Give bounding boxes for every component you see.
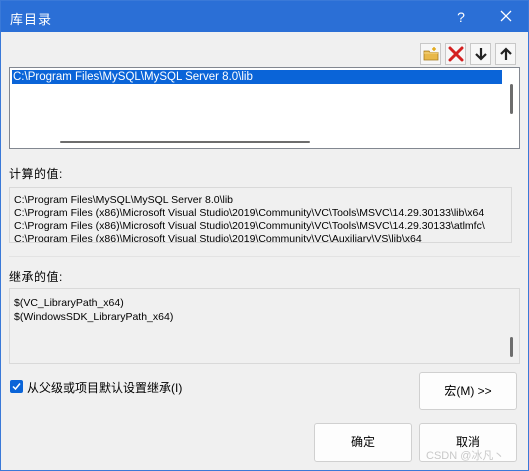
evaluated-line: C:\Program Files\MySQL\MySQL Server 8.0\… [14,194,234,206]
path-list-horizontal-scrollbar[interactable] [12,138,506,146]
evaluated-line: C:\Program Files (x86)\Microsoft Visual … [14,220,485,232]
path-list[interactable]: C:\Program Files\MySQL\MySQL Server 8.0\… [9,67,520,149]
scrollbar-thumb[interactable] [60,141,310,143]
macros-button[interactable]: 宏(M) >> [419,372,517,410]
window-title: 库目录 [10,12,53,27]
new-line-button[interactable] [420,43,441,65]
close-icon [500,10,512,22]
scrollbar-thumb[interactable] [510,84,513,114]
watermark: CSDN @冰凡丶 [426,450,505,462]
checkmark-icon [12,383,21,391]
move-up-icon [500,47,512,60]
path-list-item[interactable]: C:\Program Files\MySQL\MySQL Server 8.0\… [12,70,502,84]
inherited-label: 继承的值: [9,270,63,284]
evaluated-line: C:\Program Files (x86)\Microsoft Visual … [14,207,485,219]
title-bar: 库目录 ? [1,1,528,32]
scrollbar-thumb[interactable] [510,337,513,357]
inherited-line: $(VC_LibraryPath_x64) [14,297,124,309]
help-button[interactable]: ? [441,4,481,30]
checkbox-box[interactable] [10,380,23,393]
evaluated-label: 计算的值: [9,167,63,181]
delete-line-button[interactable] [445,43,466,65]
move-down-button[interactable] [470,43,491,65]
ok-button[interactable]: 确定 [314,423,412,462]
inherited-vertical-scrollbar[interactable] [508,297,516,357]
move-up-button[interactable] [495,43,516,65]
close-button[interactable] [486,4,526,30]
move-down-icon [475,48,487,61]
inherited-line: $(WindowsSDK_LibraryPath_x64) [14,311,174,323]
path-list-vertical-scrollbar[interactable] [507,70,517,130]
delete-icon [448,46,464,62]
inherited-values-box: $(VC_LibraryPath_x64) $(WindowsSDK_Libra… [9,288,520,364]
inherit-checkbox-label[interactable]: 从父级或项目默认设置继承(I) [27,379,182,396]
new-folder-icon [423,47,439,61]
separator [9,256,520,257]
evaluated-values-box: C:\Program Files\MySQL\MySQL Server 8.0\… [9,187,512,243]
evaluated-line: C:\Program Files (x86)\Microsoft Visual … [14,233,422,243]
library-directories-dialog: 库目录 ? C:\Program Files\MySQL\MySQL Serve… [0,0,529,471]
